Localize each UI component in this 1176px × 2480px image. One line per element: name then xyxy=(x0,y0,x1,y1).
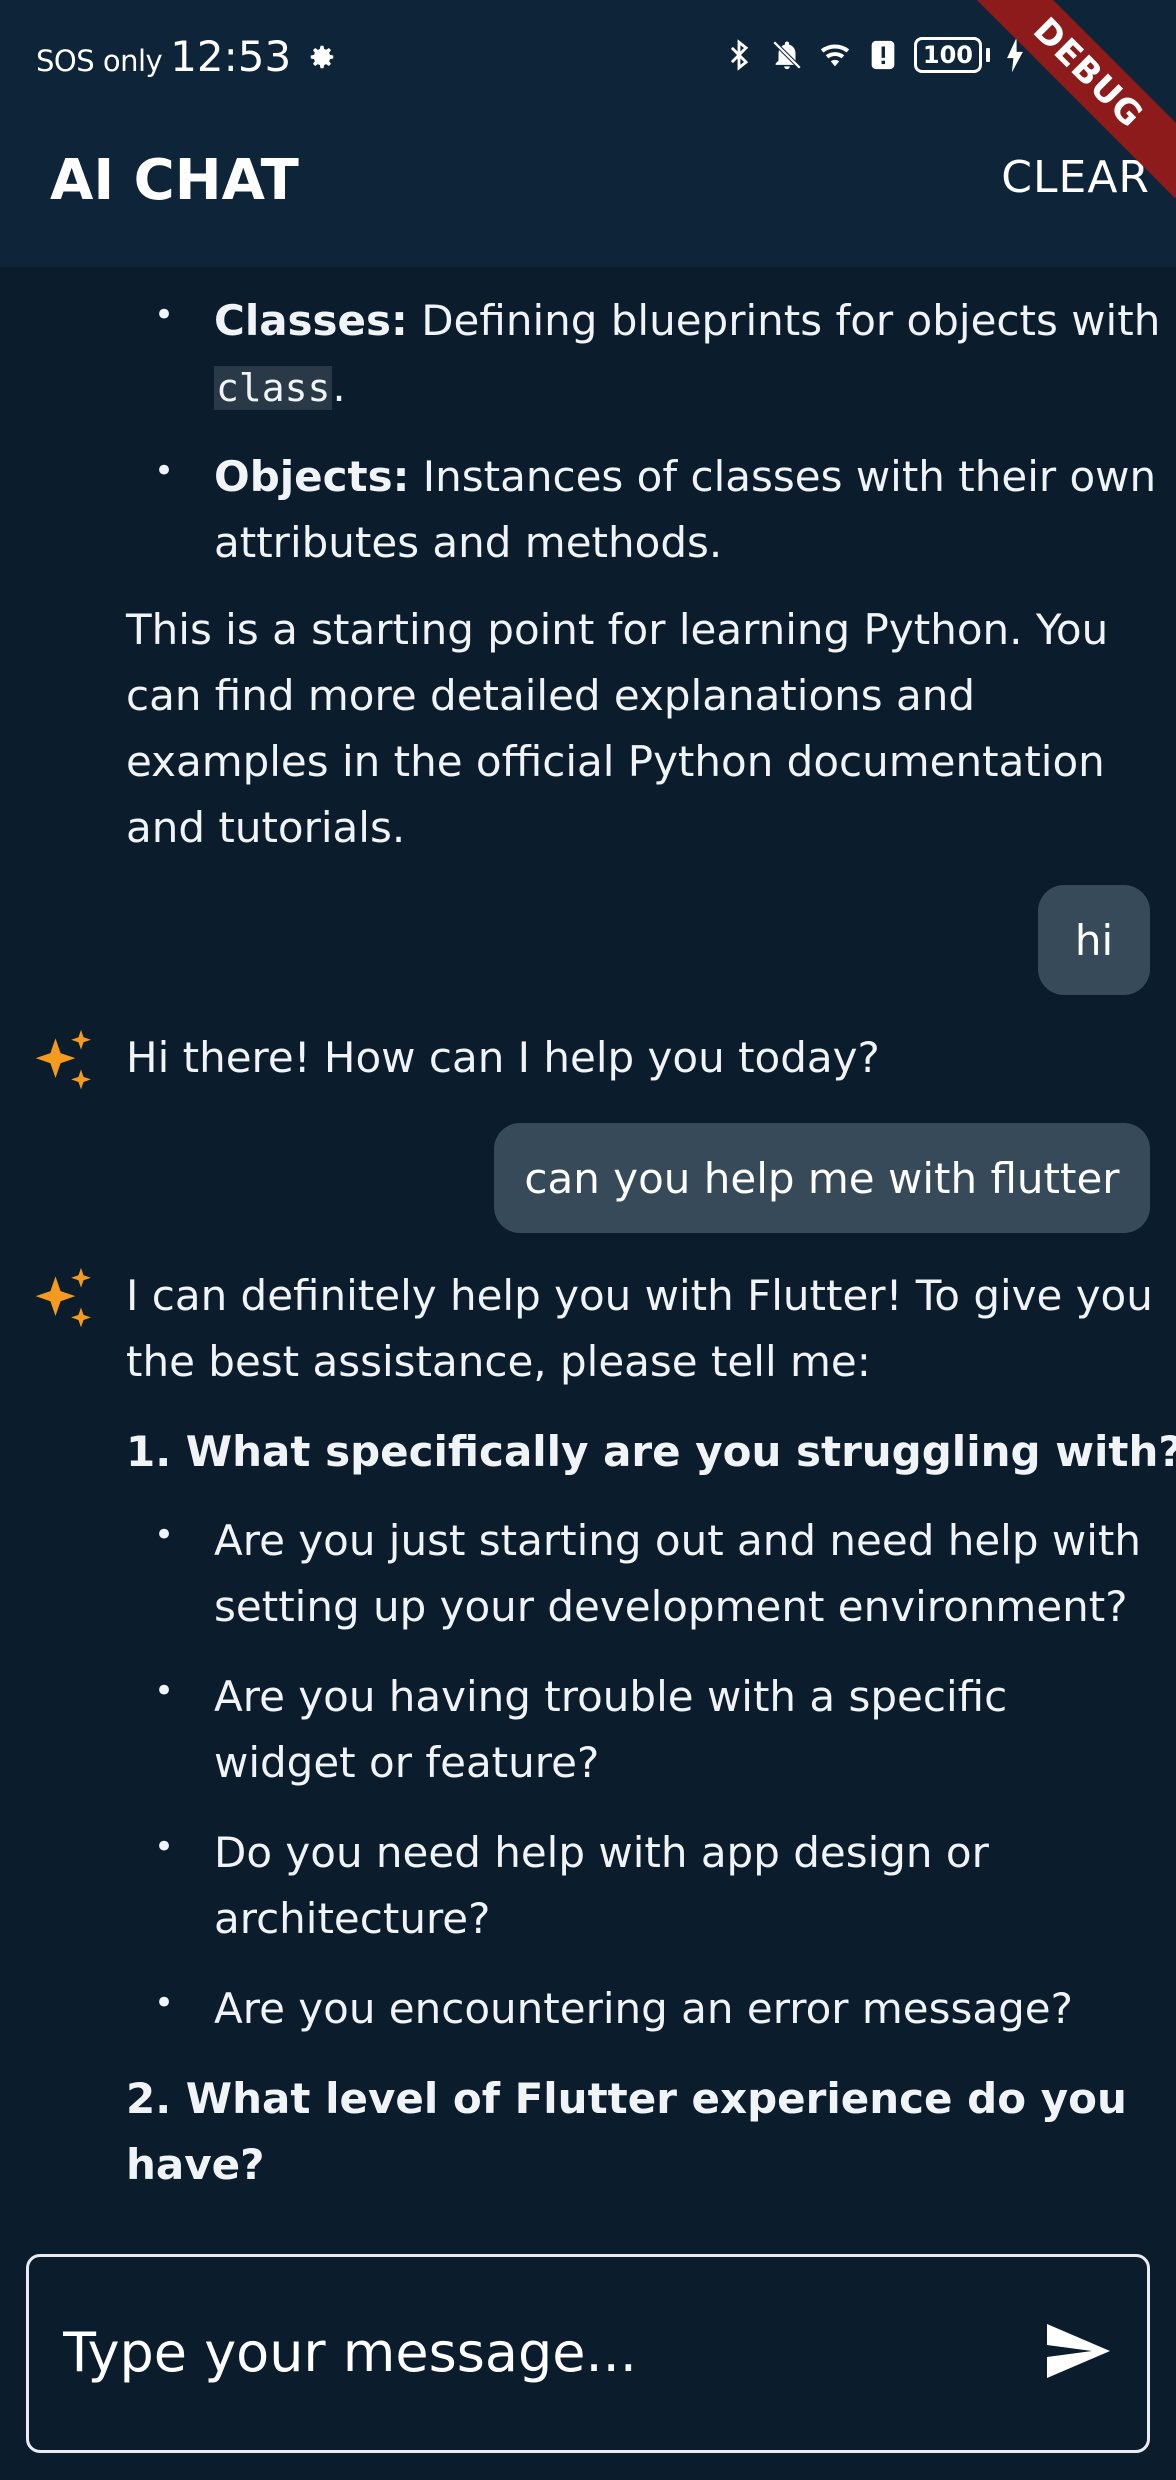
bullet-dot: • xyxy=(154,295,175,335)
paragraph-line: the best assistance, please tell me: xyxy=(126,1337,871,1386)
page-title: AI CHAT xyxy=(50,148,299,213)
list-item-text: Instances of classes with their own xyxy=(409,452,1157,501)
user-message-text: can you help me with flutter xyxy=(524,1153,1120,1203)
list-item-line: Are you having trouble with a specific xyxy=(214,1672,1008,1721)
top-bar: SOS only 12:53 100 AI CHAT CLEAR DEBUG xyxy=(0,0,1176,267)
section-heading: have? xyxy=(126,2140,265,2189)
clock: 12:53 xyxy=(170,32,292,81)
bell-muted-icon xyxy=(772,40,802,70)
battery-nub xyxy=(986,48,990,62)
bluetooth-icon xyxy=(730,39,749,71)
list-item-line: architecture? xyxy=(214,1894,491,1943)
sparkle-icon xyxy=(35,1267,91,1328)
bullet-dot: • xyxy=(154,1515,175,1555)
list-item-line: setting up your development environment? xyxy=(214,1582,1128,1631)
list-item-text: Defining blueprints for objects with xyxy=(407,296,1161,345)
user-message-bubble: can you help me with flutter xyxy=(494,1123,1150,1233)
bullet-dot: • xyxy=(154,1827,175,1867)
section-heading: 1. What specifically are you struggling … xyxy=(126,1427,1176,1476)
list-item-line: Are you just starting out and need help … xyxy=(214,1516,1141,1565)
list-item-line: widget or feature? xyxy=(214,1738,600,1787)
message-composer xyxy=(26,2254,1150,2453)
list-item-line: Do you need help with app design or xyxy=(214,1828,989,1877)
section-heading: 2. What level of Flutter experience do y… xyxy=(126,2074,1127,2123)
ai-message-text: Hi there! How can I help you today? xyxy=(126,1033,880,1082)
app-bar: AI CHAT CLEAR xyxy=(0,120,1176,267)
paragraph-line: This is a starting point for learning Py… xyxy=(126,605,1109,654)
status-left: SOS only 12:53 xyxy=(36,32,337,81)
list-item-bold: Objects: xyxy=(214,452,410,501)
app: SOS only 12:53 100 AI CHAT CLEAR DEBUG •… xyxy=(0,0,1176,2480)
clear-button[interactable]: CLEAR xyxy=(1001,152,1150,203)
sparkle-icon xyxy=(35,1029,91,1090)
battery-icon: 100 xyxy=(913,37,990,73)
user-message-text: hi xyxy=(1074,915,1114,965)
bullet-dot: • xyxy=(154,1983,175,2023)
list-item-line: attributes and methods. xyxy=(214,518,723,567)
send-button[interactable] xyxy=(1041,2315,1113,2387)
battery-level: 100 xyxy=(913,37,982,73)
send-icon xyxy=(1047,2324,1110,2378)
paragraph-line: can find more detailed explanations and xyxy=(126,671,976,720)
gear-icon xyxy=(311,45,334,68)
carrier-label: SOS only xyxy=(36,44,163,78)
list-item-line: Are you encountering an error message? xyxy=(214,1984,1073,2033)
wifi-icon xyxy=(820,44,850,67)
bullet-dot: • xyxy=(154,1671,175,1711)
bullet-dot: • xyxy=(154,451,175,491)
paragraph-line: and tutorials. xyxy=(126,803,406,852)
list-item: Objects: Instances of classes with their… xyxy=(214,444,1156,510)
alert-icon xyxy=(871,40,895,70)
inline-code: class xyxy=(214,366,333,410)
paragraph-line: I can definitely help you with Flutter! … xyxy=(126,1271,1153,1320)
chat-list[interactable]: • Classes: Defining blueprints for objec… xyxy=(0,267,1176,2240)
list-item-line: class. xyxy=(214,354,346,421)
list-item-tail: . xyxy=(332,362,346,411)
paragraph-line: examples in the official Python document… xyxy=(126,737,1105,786)
list-item-bold: Classes: xyxy=(214,296,408,345)
message-input[interactable] xyxy=(63,2307,1023,2397)
user-message-bubble: hi xyxy=(1038,885,1150,995)
status-right: 100 xyxy=(722,36,1026,74)
list-item: Classes: Defining blueprints for objects… xyxy=(214,288,1160,354)
